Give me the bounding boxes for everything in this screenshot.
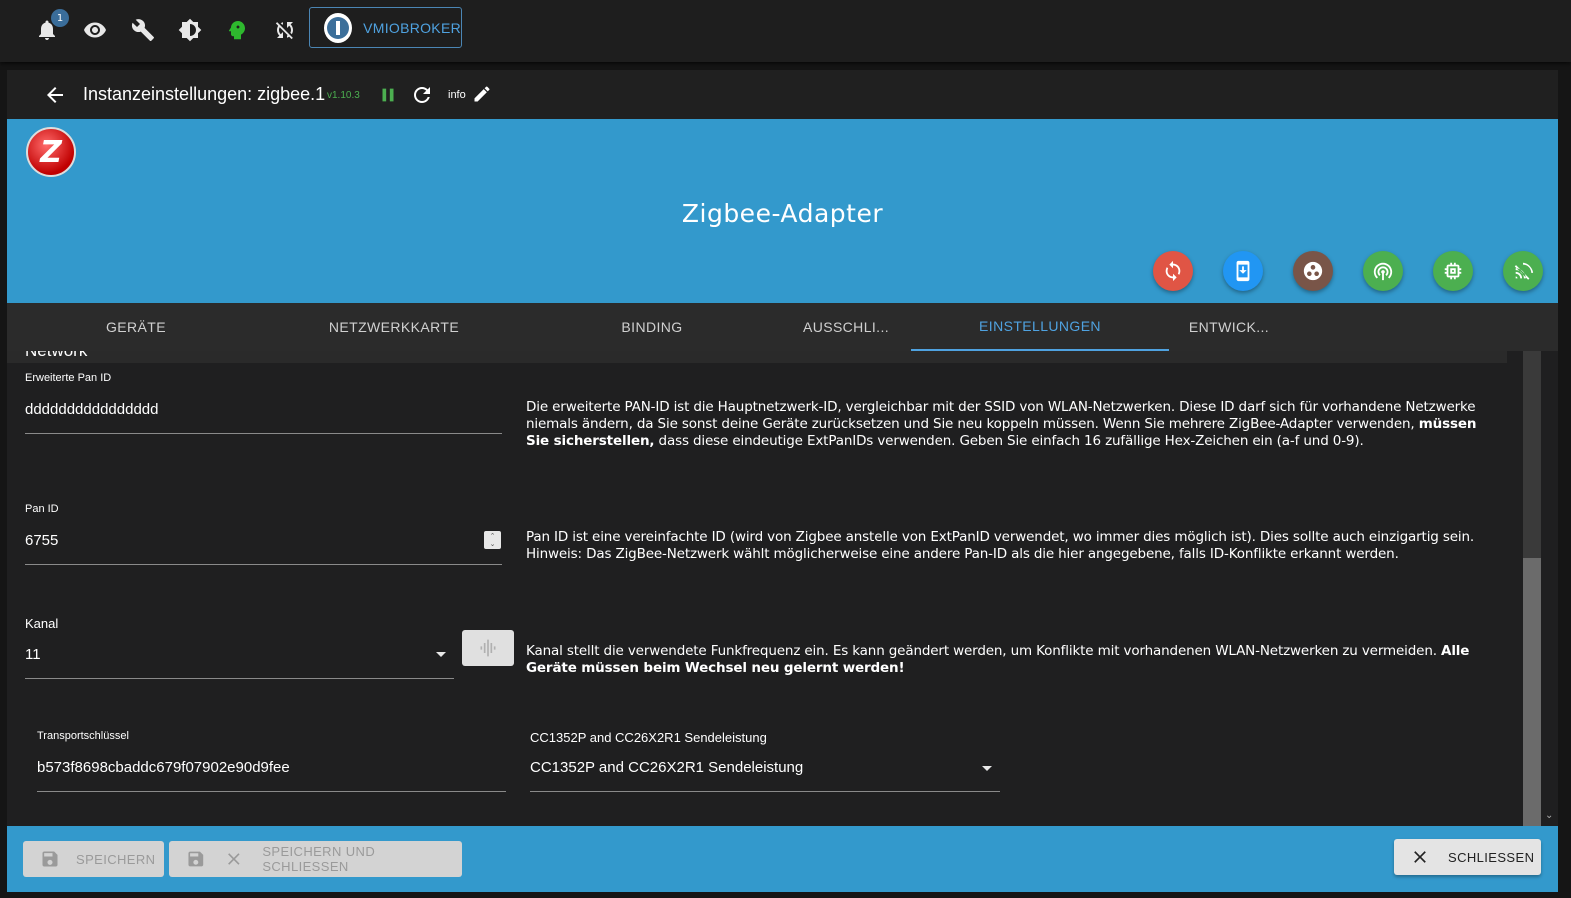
close-icon (1414, 851, 1426, 863)
notification-badge: 1 (51, 9, 69, 27)
adapter-header: Z Zigbee-Adapter (7, 119, 1558, 303)
tab-binding[interactable]: BINDING (523, 303, 781, 351)
tx-power-label: CC1352P and CC26X2R1 Sendeleistung (530, 730, 767, 745)
ext-pan-id-underline (25, 433, 502, 434)
touchlink-button[interactable] (1363, 251, 1403, 291)
section-title: Network (25, 351, 87, 361)
scrollbar-thumb[interactable] (1523, 558, 1541, 826)
edit-icon[interactable] (472, 84, 494, 106)
save-button[interactable]: SPEICHERN (23, 841, 164, 877)
tx-power-select[interactable]: CC1352P and CC26X2R1 Sendeleistung (530, 759, 803, 776)
tx-power-underline (530, 791, 1000, 792)
join-device-button[interactable] (1223, 251, 1263, 291)
tab-geraete[interactable]: GERÄTE (7, 303, 265, 351)
channel-label: Kanal (25, 616, 59, 631)
close-icon (227, 853, 240, 865)
info-label: info (448, 89, 466, 101)
brightness-icon[interactable] (175, 15, 205, 45)
pan-id-stepper[interactable]: ⌃ ⌄ (484, 531, 501, 549)
save-icon (42, 851, 58, 867)
ext-pan-id-description: Die erweiterte PAN-ID ist die Hauptnetzw… (526, 399, 1477, 449)
settings-content: Network Erweiterte Pan ID dddddddddddddd… (7, 351, 1522, 826)
top-app-bar: 1 VMIOBROKER (0, 0, 1571, 62)
signal-test-button[interactable] (1503, 251, 1543, 291)
channel-dropdown-icon[interactable] (436, 652, 446, 657)
channel-underline (25, 678, 454, 679)
instance-settings-dialog: Instanzeinstellungen: zigbee.1 v1.10.3 i… (7, 70, 1558, 892)
arrow-back-icon[interactable] (43, 83, 67, 107)
transport-key-input[interactable]: b573f8698cbaddc679f07902e90d9fee (37, 759, 290, 776)
tab-ausschluss[interactable]: AUSSCHLI... (781, 303, 911, 351)
save-icon (188, 851, 204, 867)
ext-pan-id-input[interactable]: dddddddddddddddd (25, 401, 158, 418)
transport-key-underline (37, 791, 506, 792)
wrench-icon[interactable] (128, 15, 158, 45)
app-title: Zigbee-Adapter (681, 199, 884, 228)
eye-icon[interactable] (80, 15, 110, 45)
ext-pan-id-label: Erweiterte Pan ID (25, 372, 112, 384)
dialog-footer: SPEICHERN SPEICHERN UND SCHLIESSEN SCHLI… (7, 826, 1558, 892)
tx-power-dropdown-icon[interactable] (982, 766, 992, 771)
reload-icon[interactable] (410, 83, 434, 107)
rebuild-button[interactable] (1153, 251, 1193, 291)
tab-netzwerkkarte[interactable]: NETZWERKKARTE (265, 303, 523, 351)
pause-icon[interactable] (377, 84, 399, 106)
dialog-title-row: Instanzeinstellungen: zigbee.1 v1.10.3 i… (7, 70, 1558, 119)
close-label: SCHLIESSEN (1448, 849, 1535, 865)
iobroker-brand-button[interactable]: VMIOBROKER (309, 7, 462, 48)
tab-bar: GERÄTE NETZWERKKARTE BINDING AUSSCHLI...… (7, 303, 1558, 351)
pan-id-input[interactable]: 6755 (25, 532, 58, 549)
zigbee-logo-icon: Z (26, 127, 76, 177)
tab-entwickler[interactable]: ENTWICK... (1169, 303, 1289, 351)
group-button[interactable] (1293, 251, 1333, 291)
channel-select[interactable]: 11 (25, 646, 41, 663)
dialog-title: Instanzeinstellungen: zigbee.1 (83, 84, 326, 104)
tab-einstellungen[interactable]: EINSTELLUNGEN (911, 303, 1169, 351)
channel-scan-button[interactable] (462, 630, 514, 666)
graphic-eq-icon (480, 639, 496, 657)
brand-label: VMIOBROKER (363, 19, 461, 36)
save-label: SPEICHERN (76, 851, 156, 867)
pan-id-underline (25, 564, 502, 565)
save-and-close-button[interactable]: SPEICHERN UND SCHLIESSEN (169, 841, 462, 877)
save-and-close-label: SPEICHERN UND SCHLIESSEN (262, 844, 376, 874)
pan-id-label: Pan ID (25, 503, 59, 515)
transport-key-label: Transportschlüssel (37, 730, 129, 742)
close-button[interactable]: SCHLIESSEN (1394, 839, 1541, 875)
chip-info-button[interactable] (1433, 251, 1473, 291)
version-label: v1.10.3 (327, 90, 360, 101)
section-header (7, 351, 1507, 363)
sync-disabled-icon[interactable] (270, 15, 300, 45)
scroll-down-icon[interactable]: ⌄ (1545, 810, 1553, 821)
channel-description: Kanal stellt die verwendete Funkfrequenz… (526, 643, 1470, 676)
iobroker-logo-icon (324, 12, 353, 43)
pan-id-description: Pan ID ist eine vereinfachte ID (wird vo… (526, 529, 1475, 562)
expert-mode-icon[interactable] (222, 15, 252, 45)
